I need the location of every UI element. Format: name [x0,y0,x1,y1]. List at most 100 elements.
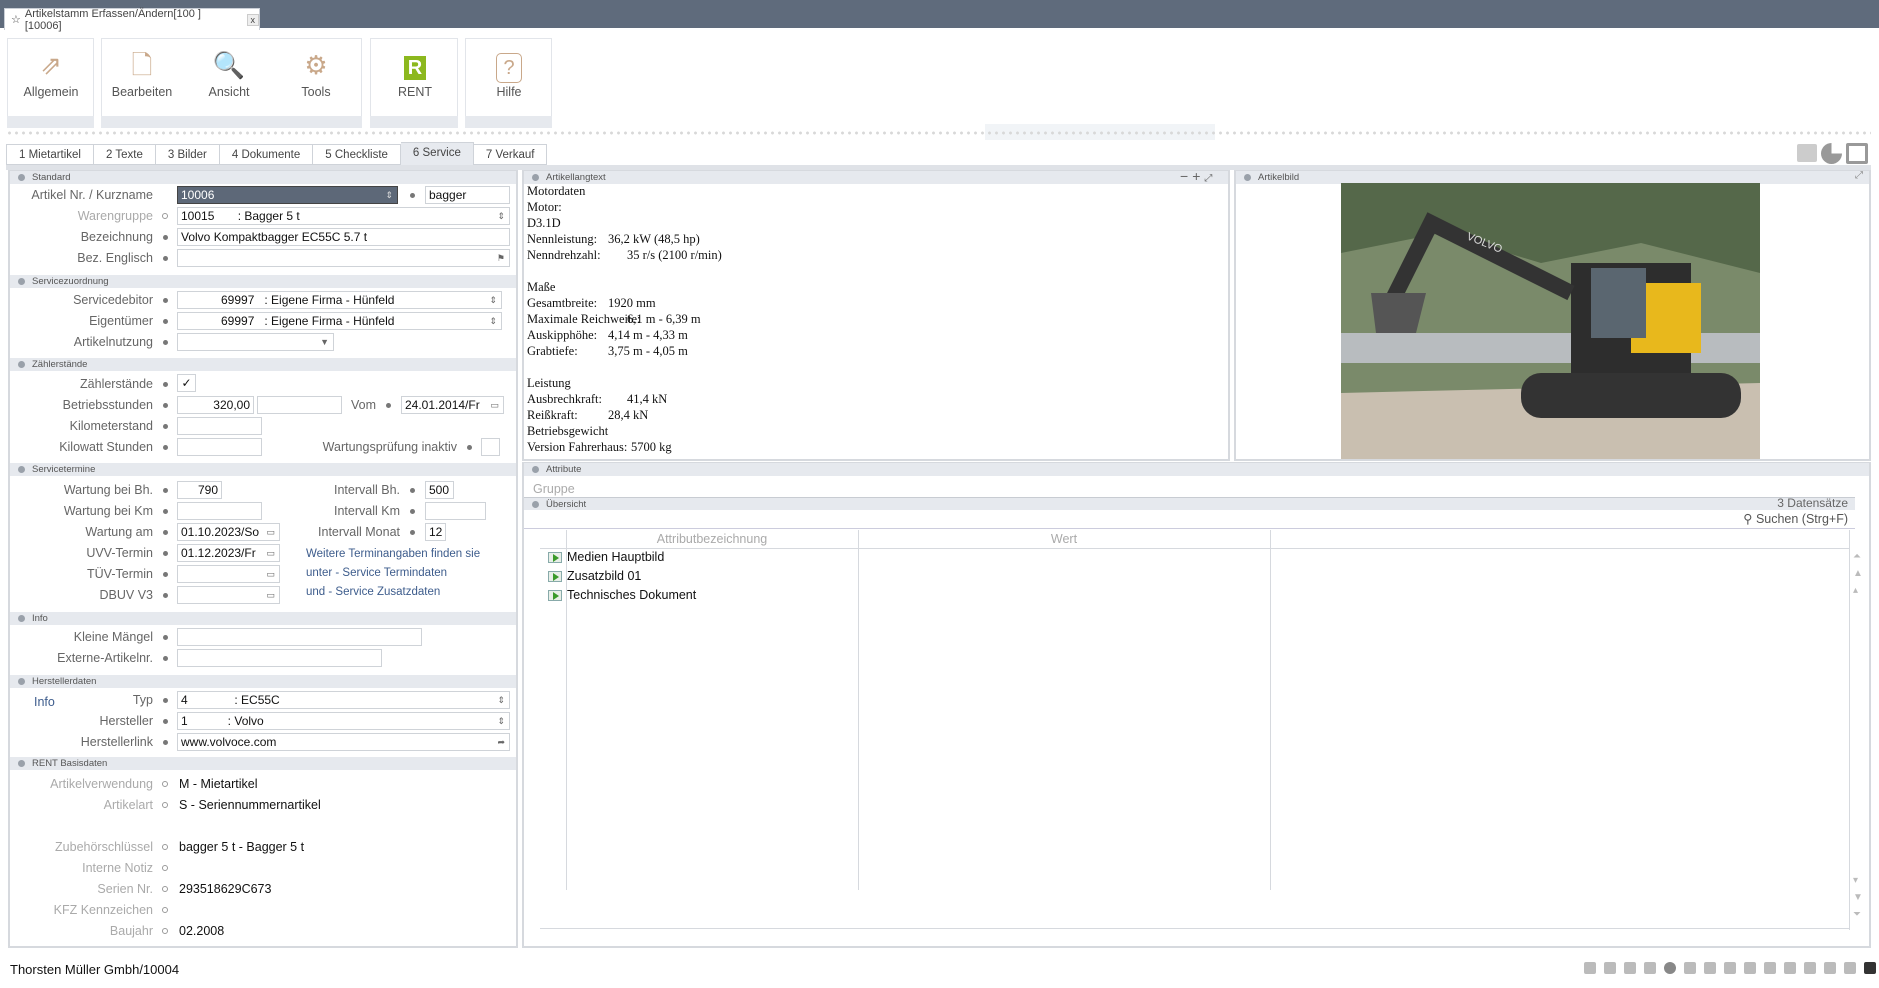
calendar-icon[interactable]: ▭ [266,587,275,603]
flag-icon[interactable]: ⚑ [497,250,505,266]
tuev-date-input[interactable]: ▭ [177,565,280,583]
warengruppe-select[interactable]: 10015 : Bagger 5 t ⇕ [177,207,510,225]
intervall-km-input[interactable] [425,502,486,520]
flask-icon[interactable] [1704,962,1716,974]
scrollbar-track[interactable] [1849,530,1850,930]
eigentuemer-select[interactable]: 69997 : Eigene Firma - Hünfeld ⇕ [177,312,502,330]
scroll-up-icon[interactable]: ▴ [1853,582,1863,599]
page-down-icon[interactable]: ▼ [1853,889,1863,906]
wartungspruefung-checkbox[interactable] [481,438,500,456]
scroll-down-icon[interactable]: ▾ [1853,872,1863,889]
document-icon[interactable] [1764,962,1776,974]
calendar-icon[interactable]: ▭ [490,397,499,413]
globe-icon[interactable] [1664,962,1676,974]
tab-verkauf[interactable]: 7 Verkauf [473,144,548,165]
wartung-am-date-input[interactable]: 01.10.2023/So ▭ [177,523,280,541]
kleine-maengel-input[interactable] [177,628,422,646]
kilowatt-input[interactable] [177,438,262,456]
book-icon[interactable] [1744,962,1756,974]
tools-button[interactable]: ⚙ Tools [276,43,356,105]
service-termindaten-link[interactable]: unter - Service Termindaten [306,567,447,579]
puzzle-icon[interactable] [1824,962,1836,974]
hersteller-select[interactable]: 1 : Volvo ⇕ [177,712,510,730]
table-row[interactable]: Medien Hauptbild [548,548,664,566]
table-row[interactable]: Technisches Dokument [548,586,696,604]
tab-service[interactable]: 6 Service [400,142,474,165]
artikelnutzung-dropdown[interactable]: ▼ [177,333,334,351]
spinner-icon[interactable]: ⇕ [497,692,505,708]
tab-dokumente[interactable]: 4 Dokumente [219,144,314,165]
spinner-icon[interactable]: ⇕ [385,187,393,203]
calendar-icon[interactable]: ▭ [266,545,275,561]
document-tab[interactable]: ☆ Artikelstamm Erfassen/Ändern[100 ] [100… [4,8,260,32]
scroll-top-icon[interactable]: ⏶ [1853,548,1863,565]
table-row[interactable]: Zusatzbild 01 [548,567,641,585]
calendar-icon[interactable]: ▭ [266,566,275,582]
spinner-icon[interactable]: ⇕ [497,208,505,224]
search-field[interactable]: ⚲ Suchen (Strg+F) [1730,511,1848,526]
expand-icon[interactable]: ⤢ [1855,170,1863,181]
star-icon[interactable]: ☆ [11,13,21,26]
spinner-icon[interactable]: ⇕ [497,713,505,729]
calendar-icon[interactable] [1844,962,1856,974]
herstellerlink-input[interactable]: www.volvoce.com ➦ [177,733,510,751]
typ-select[interactable]: 4 : EC55C ⇕ [177,691,510,709]
windows-icon[interactable] [1624,962,1636,974]
intervall-bh-input[interactable]: 500 [425,481,454,499]
zaehlerstaende-checkbox[interactable]: ✓ [177,374,196,392]
horizontal-scrollbar[interactable] [540,928,1850,929]
column-header-wert[interactable]: Wert [858,530,1270,548]
gears-icon[interactable] [1784,962,1796,974]
intervall-monat-input[interactable]: 12 [425,523,446,541]
column-header-attributbezeichnung[interactable]: Attributbezeichnung [566,530,858,548]
externe-artikelnr-input[interactable] [177,649,382,667]
calculator-icon[interactable] [1604,962,1616,974]
function-icon[interactable] [1724,962,1736,974]
grid-icon[interactable] [1804,962,1816,974]
keyboard-icon[interactable] [1584,962,1596,974]
vom-date-input[interactable]: 24.01.2014/Fr ▭ [401,396,504,414]
betriebsstunden-input[interactable]: 320,00 [177,396,254,414]
hilfe-button[interactable]: ? Hilfe [469,43,549,105]
bearbeiten-button[interactable]: 🗋 Bearbeiten [102,43,182,105]
close-tab-button[interactable]: x [246,13,259,26]
langtext-content[interactable]: Motordaten Motor: D3.1D Nennleistung: 36,2 k… [527,183,1217,455]
uvv-date-input[interactable]: 01.12.2023/Fr ▭ [177,544,280,562]
spinner-icon[interactable]: ⇕ [489,313,497,329]
artikel-nr-input[interactable]: 10006 ⇕ [177,186,398,204]
service-zusatzdaten-link[interactable]: und - Service Zusatzdaten [306,586,440,598]
ribbon-splitter[interactable] [6,131,1871,135]
cursor-icon[interactable] [1864,962,1876,974]
wartung-km-input[interactable] [177,502,262,520]
open-link-icon[interactable]: ➦ [497,734,505,750]
tab-texte[interactable]: 2 Texte [94,144,156,165]
dbuv-date-input[interactable]: ▭ [177,586,280,604]
tab-checkliste[interactable]: 5 Checkliste [313,144,401,165]
betriebsstunden-extra-input[interactable] [257,396,342,414]
allgemein-button[interactable]: ⇗ Allgemein [11,43,91,105]
save-icon[interactable] [1846,143,1868,164]
spinner-icon[interactable]: ⇕ [489,292,497,308]
tab-bilder[interactable]: 3 Bilder [155,144,220,165]
browser-icon[interactable] [1644,962,1656,974]
page-up-icon[interactable]: ▲ [1853,565,1863,582]
scroll-down-buttons[interactable]: ▾ ▼ ⏷ [1853,872,1863,923]
scroll-up-buttons[interactable]: ⏶ ▲ ▴ [1853,548,1863,599]
calendar-icon[interactable]: ▭ [266,524,275,540]
plus-icon[interactable]: + [1192,168,1204,184]
bez-englisch-input[interactable]: ⚑ [177,249,510,267]
minus-icon[interactable]: − [1180,168,1192,184]
kilometerstand-input[interactable] [177,417,262,435]
ansicht-button[interactable]: 🔍 Ansicht [189,43,269,105]
chevron-down-icon[interactable]: ▼ [320,334,329,350]
lock-icon[interactable] [1684,962,1696,974]
servicedebitor-select[interactable]: 69997 : Eigene Firma - Hünfeld ⇕ [177,291,502,309]
kurzname-input[interactable]: bagger [425,186,510,204]
wartung-bh-input[interactable]: 790 [177,481,222,499]
scroll-bottom-icon[interactable]: ⏷ [1853,906,1863,923]
pie-chart-icon[interactable] [1821,143,1842,164]
tab-mietartikel[interactable]: 1 Mietartikel [6,144,94,165]
report-icon[interactable] [1797,144,1817,162]
rent-button[interactable]: R RENT [375,43,455,105]
bezeichnung-input[interactable]: Volvo Kompaktbagger EC55C 5.7 t [177,228,510,246]
